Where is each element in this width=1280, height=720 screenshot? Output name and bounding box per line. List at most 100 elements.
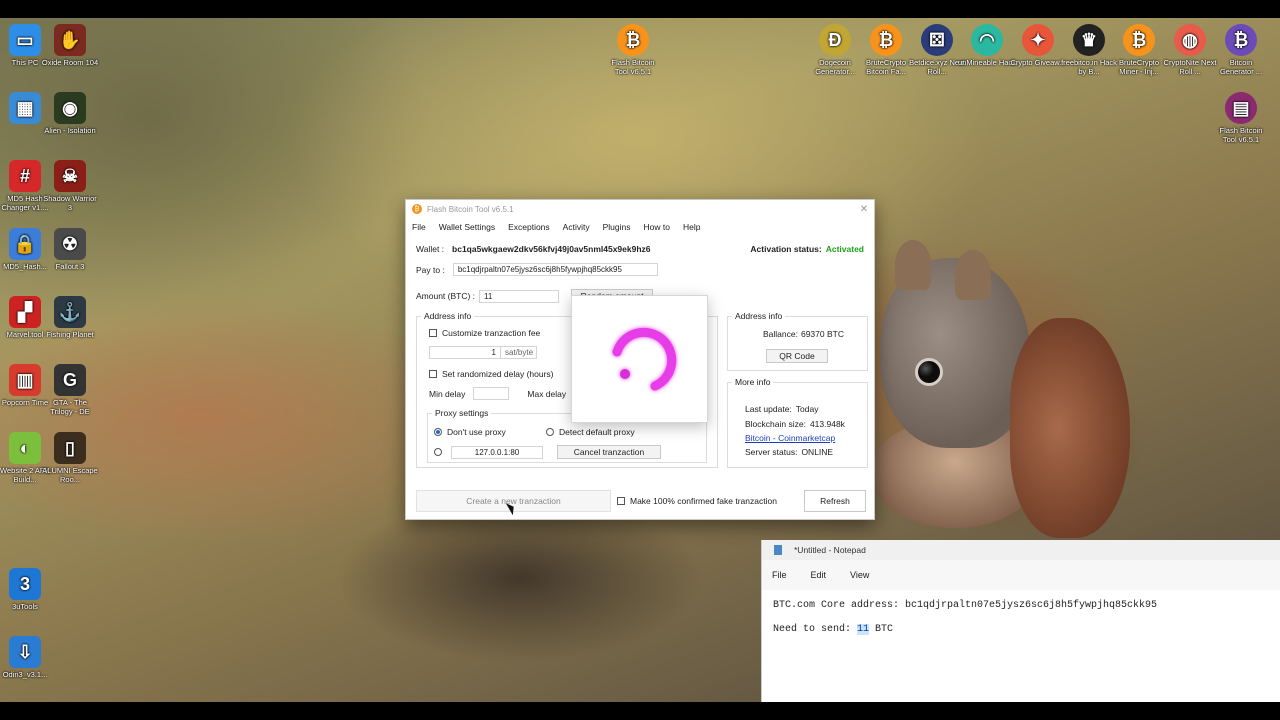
min-delay-label: Min delay [429, 388, 466, 399]
menu-wallet-settings[interactable]: Wallet Settings [439, 222, 495, 232]
desktop-shortcut[interactable]: ◍ CryptoNite Next Roll ... [1161, 24, 1219, 76]
cancel-tranzaction-button[interactable]: Cancel tranzaction [557, 445, 661, 459]
notepad-line-2[interactable]: Need to send: 11 BTC [762, 624, 1280, 635]
notepad-titlebar[interactable]: *Untitled - Notepad [762, 540, 1280, 560]
windows-icon: ▞ [9, 296, 41, 328]
custom-proxy-radio[interactable] [434, 448, 442, 456]
gift-icon: ✦ [1022, 24, 1054, 56]
desktop-shortcut[interactable]: ₿ Flash Bitcoin Tool v6.5.1 [604, 24, 662, 76]
selected-amount: 11 [857, 624, 870, 635]
lock-icon: 🔒 [9, 228, 41, 260]
desktop-shortcut[interactable]: ⚓ Fishing Planet [41, 296, 99, 339]
shortcut-label: GTA - The Trilogy - DE [50, 398, 90, 416]
close-icon[interactable]: ✕ [854, 204, 874, 215]
last-update-value: Today [795, 404, 819, 414]
bitcoin-icon: ₿ [617, 24, 649, 56]
fee-unit: sat/byte [501, 346, 537, 359]
notepad-menu-file[interactable]: File [772, 570, 787, 580]
desktop-shortcut[interactable]: ⇩ Odin3_v3.1... [0, 636, 54, 679]
door-icon: ▯ [54, 432, 86, 464]
dogecoin-icon: Ð [819, 24, 851, 56]
shortcut-label: Crypto Giveaw... [1010, 58, 1066, 67]
monitor-icon: ▭ [9, 24, 41, 56]
desktop-shortcut[interactable]: 3 3uTools [0, 568, 54, 611]
menu-plugins[interactable]: Plugins [603, 222, 631, 232]
detect-proxy-label: Detect default proxy [559, 427, 635, 437]
activation-status: Activated [825, 244, 864, 254]
hash-icon: # [9, 160, 41, 192]
custom-fee-checkbox[interactable] [429, 329, 437, 337]
menu-how-to[interactable]: How to [643, 222, 669, 232]
wallet-address: bc1qa5wkgaew2dkv56kfvj49j0av5nml45x9ek9h… [452, 244, 651, 254]
archive-icon: ▤ [1225, 92, 1257, 124]
randomized-delay-checkbox[interactable] [429, 370, 437, 378]
wallpaper-squirrel-ear [895, 240, 931, 290]
no-proxy-radio[interactable] [434, 428, 442, 436]
bitcoin-icon: ₿ [412, 204, 422, 214]
shortcut-label: Flash Bitcoin Tool v6.5.1 [1219, 126, 1263, 144]
notepad-line-1[interactable]: BTC.com Core address: bc1qdjrpaltn07e5jy… [762, 600, 1280, 611]
max-delay-label: Max delay [527, 388, 567, 399]
desktop-shortcut[interactable]: ◉ Alien - Isolation [41, 92, 99, 135]
shortcut-label: Shadow Warrior 3 [43, 194, 97, 212]
fee-input[interactable]: 1 [429, 346, 501, 359]
desktop-shortcut[interactable]: ✦ Crypto Giveaw... [1009, 24, 1067, 67]
desktop-shortcut[interactable]: ◠ unMineable Hack [958, 24, 1016, 67]
fish-icon: ⚓ [54, 296, 86, 328]
control-panel-icon: ▦ [9, 92, 41, 124]
desktop-shortcut[interactable]: ₿ Bitcoin Generator ... [1212, 24, 1270, 76]
popcorn-icon: ▥ [9, 364, 41, 396]
qr-code-button[interactable]: QR Code [766, 349, 828, 363]
amount-label: Amount (BTC) : [416, 291, 476, 301]
payto-label: Pay to : [416, 264, 445, 275]
group-title: Address info [421, 311, 475, 321]
min-delay-input[interactable] [473, 387, 510, 400]
fallout-icon: ☢ [54, 228, 86, 260]
trophy-icon: ♛ [1073, 24, 1105, 56]
group-title: Address info [732, 311, 786, 321]
desktop-shortcut[interactable]: ☠ Shadow Warrior 3 [41, 160, 99, 212]
notepad-menu-edit[interactable]: Edit [811, 570, 827, 580]
menu-exceptions[interactable]: Exceptions [508, 222, 550, 232]
server-status-label: Server status: [745, 447, 798, 457]
desktop-shortcut[interactable]: ▯ ALUMNI Escape Roo... [41, 432, 99, 484]
desktop-shortcut[interactable]: ₿ BruteCrypto Miner - Inj... [1110, 24, 1168, 76]
notepad-menu-view[interactable]: View [850, 570, 869, 580]
amount-input[interactable]: 11 [479, 289, 560, 303]
window-titlebar[interactable]: ₿ Flash Bitcoin Tool v6.5.1 ✕ [406, 200, 874, 218]
wallet-label: Wallet : [416, 244, 445, 254]
menu-help[interactable]: Help [683, 222, 700, 232]
blockchain-label: Blockchain size: [745, 419, 806, 429]
shortcut-label: Alien - Isolation [44, 126, 96, 135]
notepad-menu-bar: File Edit View [762, 560, 1280, 590]
server-status-value: ONLINE [801, 447, 834, 457]
detect-proxy-radio[interactable] [546, 428, 554, 436]
coinmarketcap-link[interactable]: Bitcoin - Coinmarketcap [745, 433, 835, 443]
menu-activity[interactable]: Activity [563, 222, 590, 232]
shortcut-label: unMineable Hack [958, 58, 1016, 67]
menu-file[interactable]: File [412, 222, 426, 232]
proxy-input[interactable]: 127.0.0.1:80 [451, 445, 543, 459]
line2-prefix: Need to send: [773, 624, 858, 635]
menu-bar: File Wallet Settings Exceptions Activity… [406, 218, 874, 236]
group-title: More info [732, 377, 774, 387]
shortcut-label: Oxide Room 104 [41, 58, 99, 67]
no-proxy-label: Don't use proxy [447, 427, 506, 437]
bitcoin-icon: ₿ [870, 24, 902, 56]
desktop-shortcut[interactable]: ✋ Oxide Room 104 [41, 24, 99, 67]
group-title: Proxy settings [432, 408, 492, 418]
refresh-button[interactable]: Refresh [804, 490, 866, 512]
more-info-group: More info Last update: Today Blockchain … [727, 377, 868, 468]
shortcut-label: Odin3_v3.1... [2, 670, 48, 679]
desktop-shortcut[interactable]: ₿ BruteCrypto Bitcoin Fa... [857, 24, 915, 76]
desktop-shortcut[interactable]: ☢ Fallout 3 [41, 228, 99, 271]
desktop-shortcut[interactable]: Ð Dogecoin Generator... [806, 24, 864, 76]
desktop-shortcut[interactable]: G GTA - The Trilogy - DE [41, 364, 99, 416]
alien-icon: ◉ [54, 92, 86, 124]
desktop-shortcut[interactable]: ▤ Flash Bitcoin Tool v6.5.1 [1212, 92, 1270, 144]
payto-input[interactable]: bc1qdjrpaltn07e5jysz6sc6j8h5fywpjhq85ckk… [452, 263, 658, 276]
fake-tranzaction-checkbox[interactable] [617, 497, 625, 505]
wallpaper-mushroom [1010, 318, 1130, 538]
wallpaper-squirrel-eye [915, 358, 943, 386]
randomized-delay-label: Set randomized delay (hours) [442, 369, 554, 379]
